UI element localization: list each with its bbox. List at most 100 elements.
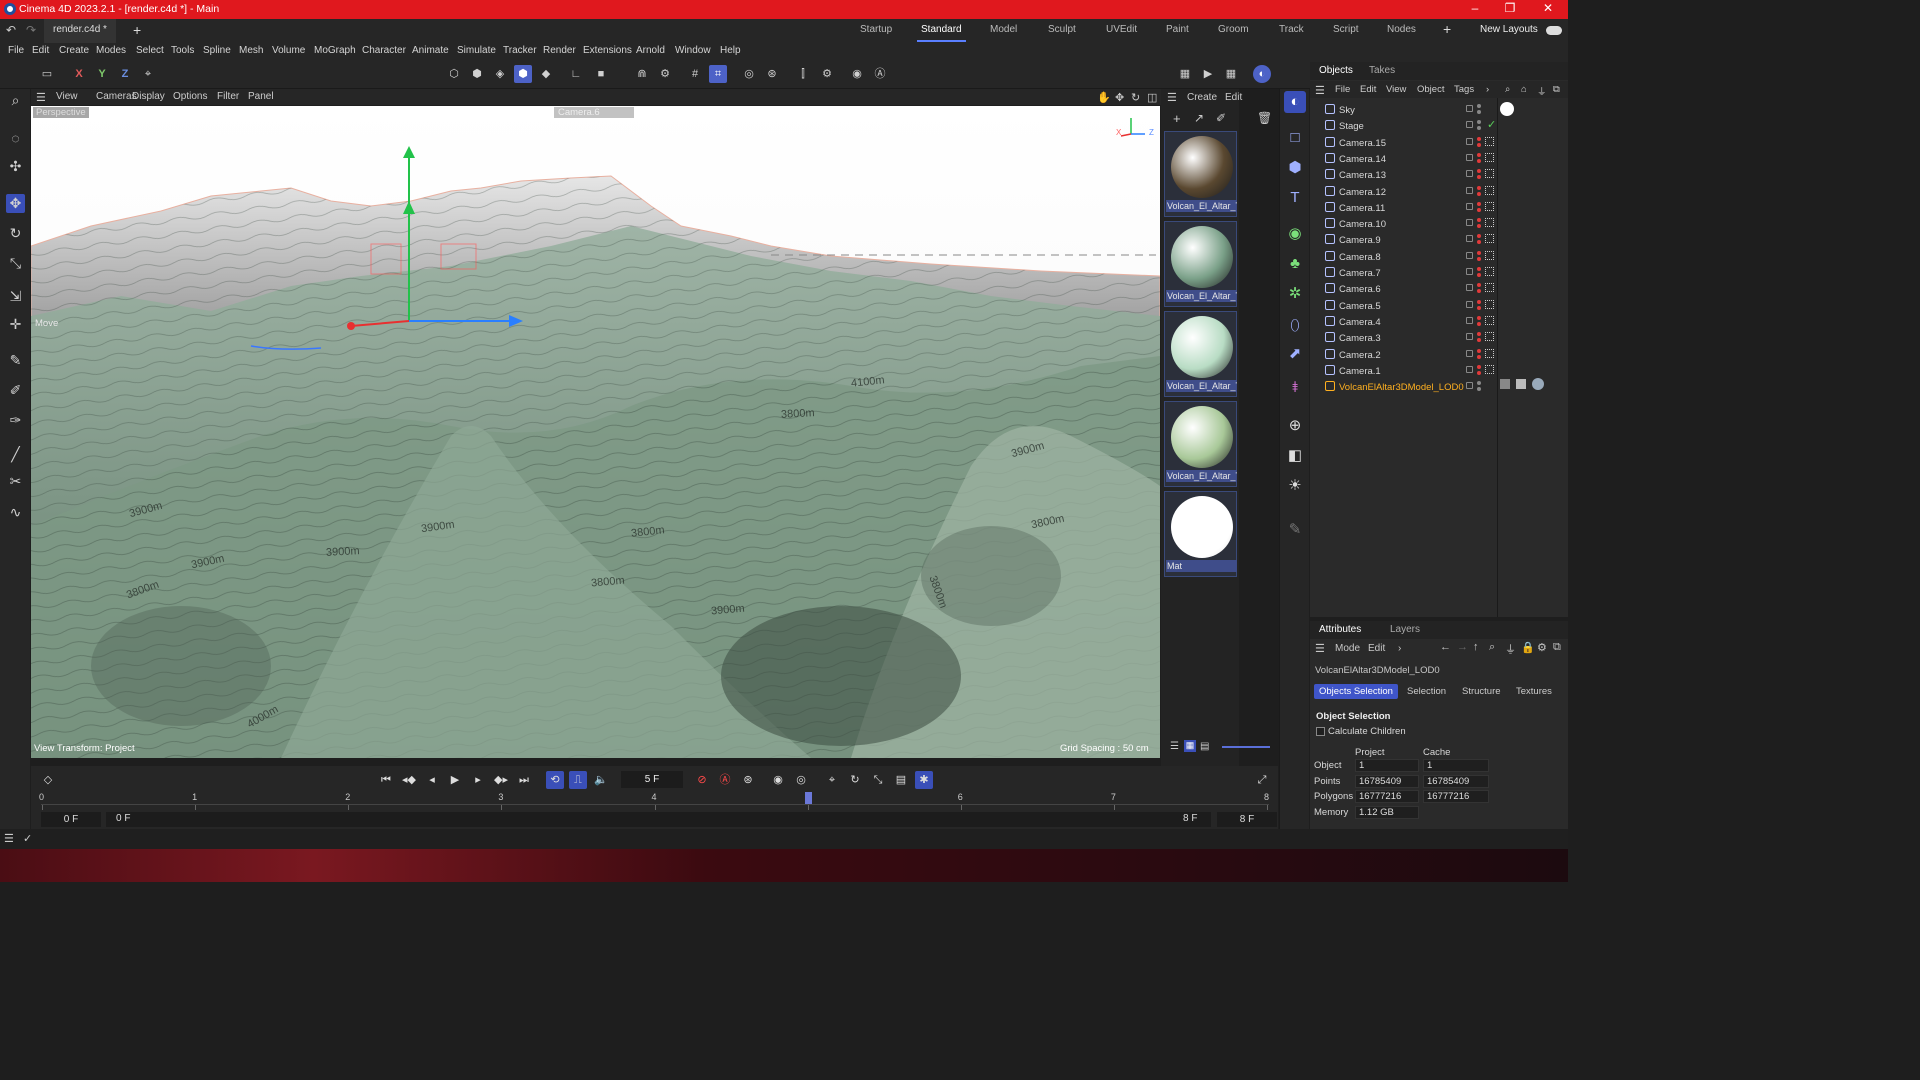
search-icon[interactable]: ⌕ xyxy=(6,91,25,110)
x-axis-handle[interactable] xyxy=(347,322,355,330)
timeline-settings-icon[interactable]: ◎ xyxy=(792,771,810,789)
search-icon[interactable]: ⌕ xyxy=(1505,84,1510,95)
go-to-start-icon[interactable]: ⏮ xyxy=(377,771,395,789)
attribute-menu-mode[interactable]: Mode xyxy=(1335,643,1360,654)
preview-range-icon[interactable]: ⎍ xyxy=(569,771,587,789)
object-row[interactable]: Camera.13 xyxy=(1310,167,1568,183)
menu-window[interactable]: Window xyxy=(675,45,711,56)
menu-character[interactable]: Character xyxy=(362,45,406,56)
viewport-menu-view[interactable]: View xyxy=(56,91,78,102)
camera-tag-icon[interactable] xyxy=(1485,250,1494,260)
home-icon[interactable]: ⌂ xyxy=(1521,84,1527,95)
menu-extensions[interactable]: Extensions xyxy=(583,45,632,56)
edges-mode-icon[interactable]: ⬢ xyxy=(468,65,486,83)
calculate-children-checkbox[interactable] xyxy=(1316,727,1325,736)
render-visibility-dot[interactable] xyxy=(1477,110,1481,114)
menu-modes[interactable]: Modes xyxy=(96,45,126,56)
axis-mode-icon[interactable]: ∟ xyxy=(567,65,585,83)
object-row[interactable]: Camera.1 xyxy=(1310,363,1568,379)
object-row[interactable]: Camera.3 xyxy=(1310,330,1568,346)
eyedropper-icon[interactable]: ✐ xyxy=(1216,111,1226,125)
material-swatch[interactable]: Mat xyxy=(1164,491,1237,577)
up-arrow-icon[interactable]: ↑ xyxy=(1473,641,1479,653)
material-swatch[interactable]: Volcan_El_Altar_Te xyxy=(1164,311,1237,397)
polygons-mode-icon[interactable]: ◈ xyxy=(491,65,509,83)
object-row[interactable]: Camera.6 xyxy=(1310,281,1568,297)
editor-visibility-dot[interactable] xyxy=(1477,364,1481,369)
material-menu-create[interactable]: Create xyxy=(1187,92,1217,103)
object-menu-icon[interactable]: ☰ xyxy=(1315,84,1325,97)
layout-tab-sculpt[interactable]: Sculpt xyxy=(1048,24,1076,35)
settings-icon[interactable]: ⚙ xyxy=(1537,641,1547,654)
selection-tab[interactable]: Selection xyxy=(1402,684,1451,699)
spline-pen-icon[interactable]: ✎ xyxy=(6,351,25,370)
object-menu-view[interactable]: View xyxy=(1386,84,1406,95)
object-row[interactable]: VolcanElAltar3DModel_LOD0 xyxy=(1310,379,1568,395)
arnold-icon[interactable]: Ⓐ xyxy=(871,65,889,83)
active-camera-label[interactable]: Camera.6 xyxy=(554,107,634,118)
interactive-render-region-icon[interactable]: ◐ xyxy=(1284,91,1306,113)
z-axis-lock-button[interactable]: Z xyxy=(116,65,134,83)
snap-settings-icon[interactable]: ⚙ xyxy=(656,65,674,83)
editor-visibility-dot[interactable] xyxy=(1477,283,1481,288)
snap-icon[interactable]: ⋒ xyxy=(633,65,651,83)
start-frame-field[interactable]: 0 F xyxy=(41,812,101,827)
camera-tag-icon[interactable] xyxy=(1485,348,1494,358)
layer-toggle-icon[interactable] xyxy=(1466,349,1473,357)
document-tab[interactable]: render.c4d * xyxy=(44,19,116,43)
menu-select[interactable]: Select xyxy=(136,45,164,56)
attribute-menu-icon[interactable]: ☰ xyxy=(1315,642,1325,655)
layout-tab-model[interactable]: Model xyxy=(990,24,1017,35)
editor-visibility-dot[interactable] xyxy=(1477,381,1481,386)
layer-toggle-icon[interactable] xyxy=(1466,382,1473,390)
previous-frame-icon[interactable]: ◂ xyxy=(423,771,441,789)
render-visibility-dot[interactable] xyxy=(1477,338,1481,343)
render-settings-icon[interactable]: ⊛ xyxy=(763,65,781,83)
material-menu-edit[interactable]: Edit xyxy=(1225,92,1242,103)
layer-toggle-icon[interactable] xyxy=(1466,251,1473,259)
render-visibility-dot[interactable] xyxy=(1477,207,1481,212)
camera-tag-icon[interactable] xyxy=(1485,201,1494,211)
new-document-icon[interactable]: + xyxy=(133,22,141,38)
minimize-button[interactable]: – xyxy=(1455,1,1495,15)
camera-tag-icon[interactable] xyxy=(1485,283,1494,293)
paint-brush-icon[interactable]: ╱ xyxy=(6,445,25,464)
search-icon[interactable]: ⌕ xyxy=(1489,641,1495,654)
brush-tool-icon[interactable]: ✑ xyxy=(6,411,25,430)
layer-toggle-icon[interactable] xyxy=(1466,284,1473,292)
record-icon[interactable]: ⊘ xyxy=(693,771,711,789)
layout-tab-script[interactable]: Script xyxy=(1333,24,1359,35)
list-view-icon[interactable]: ☰ xyxy=(1170,741,1179,752)
layout-tab-uvedit[interactable]: UVEdit xyxy=(1106,24,1137,35)
go-to-end-icon[interactable]: ⏭ xyxy=(515,771,533,789)
menu-simulate[interactable]: Simulate xyxy=(457,45,496,56)
layer-toggle-icon[interactable] xyxy=(1466,202,1473,210)
render-visibility-dot[interactable] xyxy=(1477,305,1481,310)
text-spline-icon[interactable]: T xyxy=(1284,187,1306,209)
render-visibility-dot[interactable] xyxy=(1477,240,1481,245)
object-row[interactable]: Camera.9 xyxy=(1310,232,1568,248)
editor-visibility-dot[interactable] xyxy=(1477,152,1481,157)
maximize-button[interactable]: ❐ xyxy=(1490,1,1530,15)
sound-icon[interactable]: 🔈 xyxy=(592,771,610,789)
edit-icon[interactable]: ✎ xyxy=(1284,519,1306,541)
edit-render-settings-icon[interactable]: ▦ xyxy=(1222,65,1240,83)
tab-attributes[interactable]: Attributes xyxy=(1319,624,1361,635)
camera-tag-icon[interactable] xyxy=(1485,136,1494,146)
solo-mode-icon[interactable]: ■ xyxy=(592,65,610,83)
field-icon[interactable]: ⬯ xyxy=(1284,315,1306,337)
layout-toggle[interactable] xyxy=(1546,26,1562,35)
render-to-picture-viewer-icon[interactable]: ▶ xyxy=(1199,65,1217,83)
material-swatch[interactable]: Volcan_El_Altar_Te xyxy=(1164,221,1237,307)
tab-takes[interactable]: Takes xyxy=(1369,65,1395,76)
new-window-icon[interactable]: ⧉ xyxy=(1553,84,1560,95)
editor-visibility-dot[interactable] xyxy=(1477,120,1481,125)
camera-tag-icon[interactable] xyxy=(1485,234,1494,244)
camera-tag-icon[interactable] xyxy=(1485,152,1494,162)
layer-toggle-icon[interactable] xyxy=(1466,365,1473,373)
object-row[interactable]: Camera.4 xyxy=(1310,314,1568,330)
editor-visibility-dot[interactable] xyxy=(1477,201,1481,206)
viewport-menu-display[interactable]: Display xyxy=(132,91,165,102)
cube-primitive-icon[interactable]: □ xyxy=(1284,127,1306,149)
render-visibility-dot[interactable] xyxy=(1477,289,1481,294)
